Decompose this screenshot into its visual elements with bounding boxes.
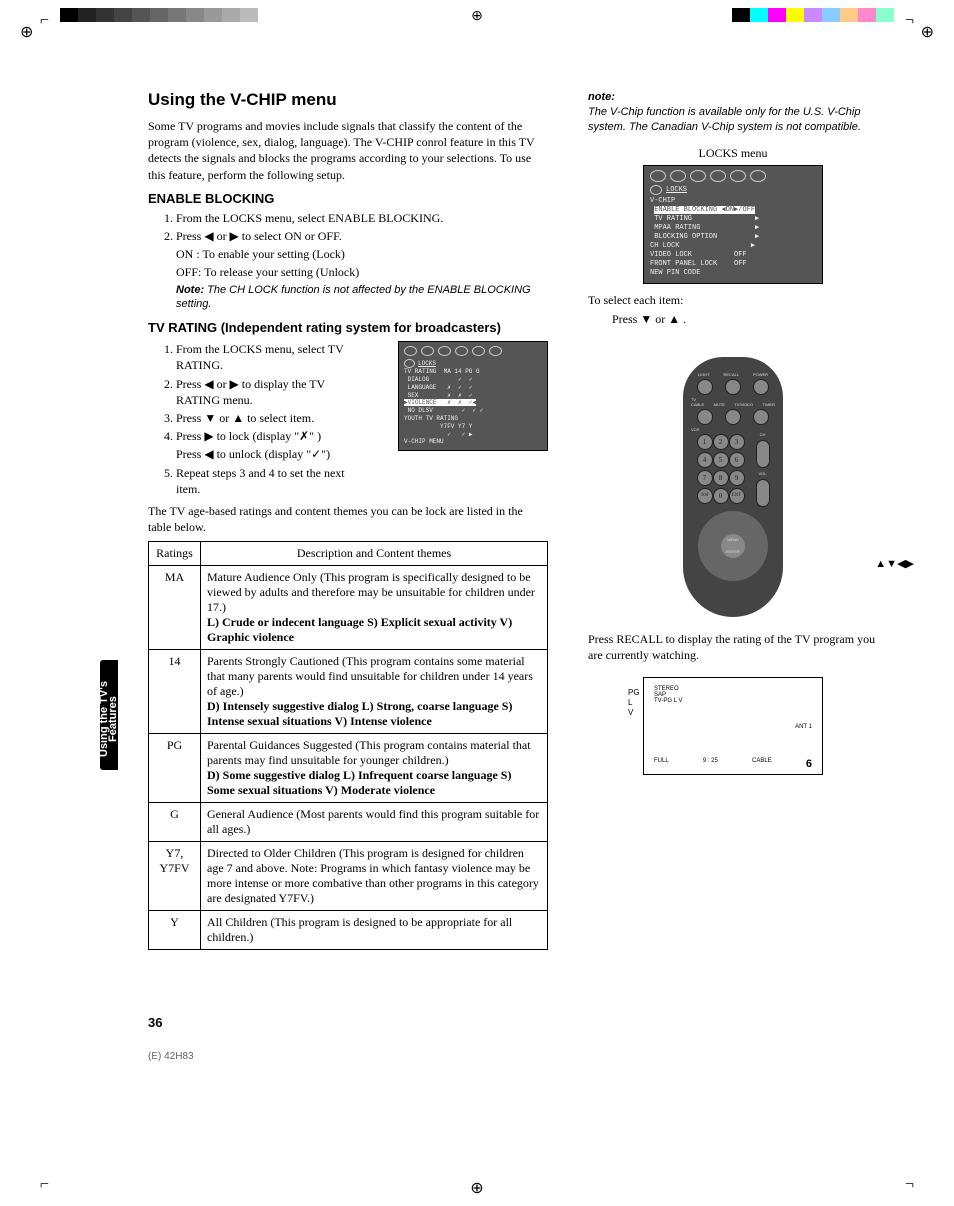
sub-on: ON : To enable your setting (Lock) (148, 246, 548, 262)
registration-target-icon: ⊕ (20, 22, 33, 42)
corner-mark-icon: ¬ (905, 1176, 914, 1194)
note-inline: Note: The CH LOCK function is not affect… (148, 283, 548, 313)
step-4b: Press ◀ to unlock (display "✓") (148, 446, 368, 462)
desc-cell: Directed to Older Children (This program… (201, 842, 548, 911)
table-row: Y7, Y7FVDirected to Older Children (This… (149, 842, 548, 911)
desc-cell: General Audience (Most parents would fin… (201, 803, 548, 842)
recall-instruction: Press RECALL to display the rating of th… (588, 631, 878, 663)
osd-locks-screenshot: LOCKS V-CHIP ENABLE BLOCKING ◀ON▶/OFF TV… (643, 165, 823, 284)
side-note: note: The V-Chip function is available o… (588, 90, 878, 135)
locks-menu-caption: LOCKS menu (588, 145, 878, 161)
desc-cell: Parents Strongly Cautioned (This program… (201, 650, 548, 734)
table-row: GGeneral Audience (Most parents would fi… (149, 803, 548, 842)
document-code: (E) 42H83 (148, 1051, 194, 1062)
corner-mark-icon: ¬ (905, 12, 914, 30)
registration-target-icon: ⊕ (470, 1178, 483, 1198)
page-title: Using the V-CHIP menu (148, 90, 548, 110)
select-instruction: To select each item: (588, 292, 878, 308)
corner-mark-icon: ⌐ (40, 1176, 49, 1194)
corner-mark-icon: ⌐ (40, 12, 49, 30)
registration-marks: ⊕ (60, 8, 894, 22)
enable-steps: From the LOCKS menu, select ENABLE BLOCK… (148, 210, 548, 244)
osd-tvrating-screenshot: LOCKS TV RATING MA 14 PG G DIALOG ✓ ✓ LA… (398, 341, 548, 451)
sub-off: OFF: To release your setting (Unlock) (148, 264, 548, 280)
rating-cell: G (149, 803, 201, 842)
rating-cell: PG (149, 734, 201, 803)
step: Press ◀ or ▶ to display the TV RATING me… (176, 376, 368, 408)
registration-target-icon: ⊕ (921, 22, 934, 42)
col-desc: Description and Content themes (201, 542, 548, 566)
dpad-arrows-label: ▲▼◀▶ (875, 557, 914, 570)
page-number: 36 (148, 1015, 162, 1030)
main-column: Using the V-CHIP menu Some TV programs a… (148, 90, 548, 950)
desc-cell: All Children (This program is designed t… (201, 911, 548, 950)
remote-illustration: LIGHTRECALLPOWER TV CABLEMUTETV/VIDEOTIM… (683, 357, 783, 617)
rating-cell: Y7, Y7FV (149, 842, 201, 911)
table-row: PGParental Guidances Suggested (This pro… (149, 734, 548, 803)
desc-cell: Parental Guidances Suggested (This progr… (201, 734, 548, 803)
table-row: YAll Children (This program is designed … (149, 911, 548, 950)
table-row: 14Parents Strongly Cautioned (This progr… (149, 650, 548, 734)
col-ratings: Ratings (149, 542, 201, 566)
step: Press ▼ or ▲ to select item. (176, 410, 368, 426)
side-column: note: The V-Chip function is available o… (588, 90, 878, 775)
desc-cell: Mature Audience Only (This program is sp… (201, 566, 548, 650)
step: Press ◀ or ▶ to select ON or OFF. (176, 228, 548, 244)
rating-cell: MA (149, 566, 201, 650)
select-sub: Press ▼ or ▲ . (588, 311, 878, 327)
tv-screen-illustration: PGLV STEREO SAP TV-PG L V ANT 1 FULL 9 :… (643, 677, 823, 775)
ratings-table: Ratings Description and Content themes M… (148, 541, 548, 950)
step: From the LOCKS menu, select TV RATING. (176, 341, 368, 373)
step: Press ▶ to lock (display "✗" ) (176, 428, 368, 444)
rating-cell: 14 (149, 650, 201, 734)
section-tab: Using the TV's Features (100, 660, 118, 770)
table-intro: The TV age-based ratings and content the… (148, 503, 548, 535)
tvrating-steps-cont: Repeat steps 3 and 4 to set the next ite… (148, 465, 368, 497)
step: From the LOCKS menu, select ENABLE BLOCK… (176, 210, 548, 226)
tvrating-steps: From the LOCKS menu, select TV RATING. P… (148, 341, 368, 444)
enable-blocking-heading: ENABLE BLOCKING (148, 191, 548, 206)
rating-cell: Y (149, 911, 201, 950)
step: Repeat steps 3 and 4 to set the next ite… (176, 465, 368, 497)
intro-text: Some TV programs and movies include sign… (148, 118, 548, 183)
tv-rating-heading: TV RATING (Independent rating system for… (148, 320, 548, 335)
table-row: MAMature Audience Only (This program is … (149, 566, 548, 650)
